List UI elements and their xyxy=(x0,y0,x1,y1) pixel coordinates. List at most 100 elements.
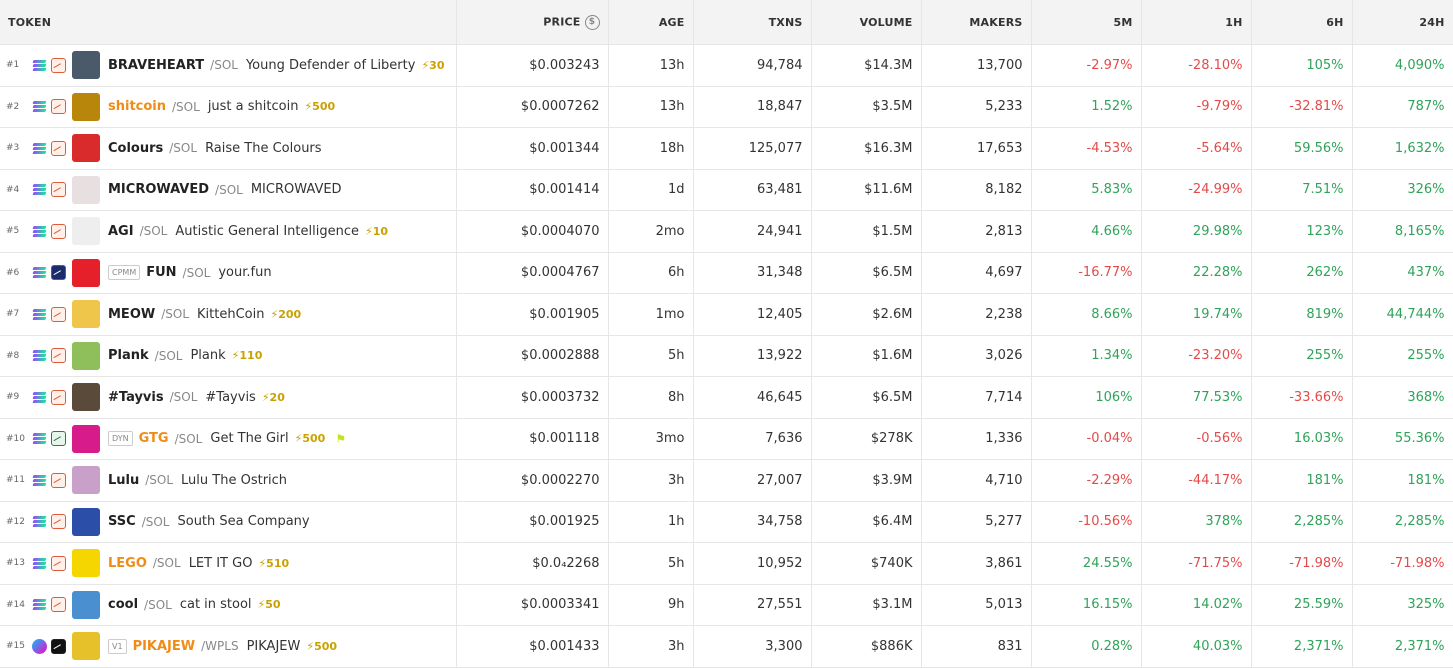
volume-cell: $278K xyxy=(811,418,922,460)
token-cell[interactable]: #7 MEOW/SOL KittehCoin ⚡200 xyxy=(0,293,457,336)
txns-cell: 27,007 xyxy=(693,459,812,502)
quote-symbol: /WPLS xyxy=(201,639,239,654)
txns-cell: 18,847 xyxy=(693,86,812,128)
change-1h-cell: -5.64% xyxy=(1141,127,1252,170)
solana-icon xyxy=(32,224,47,239)
solana-icon xyxy=(32,514,47,529)
solana-icon xyxy=(32,141,47,156)
token-name: Plank xyxy=(190,348,226,364)
header-5m[interactable]: 5M xyxy=(1031,0,1142,45)
change-1h-cell: 40.03% xyxy=(1141,625,1252,668)
solana-icon xyxy=(32,99,47,114)
makers-cell: 3,026 xyxy=(921,335,1032,377)
header-24h[interactable]: 24H xyxy=(1352,0,1453,45)
pool-type-badge: DYN xyxy=(108,431,133,447)
age-cell: 3h xyxy=(608,459,694,502)
price-cell: $0.0007262 xyxy=(456,86,609,128)
change-6h-cell: 25.59% xyxy=(1251,584,1353,626)
age-cell: 1mo xyxy=(608,293,694,336)
token-avatar xyxy=(72,300,100,329)
age-cell: 5h xyxy=(608,335,694,377)
token-cell[interactable]: #10 DYN GTG/SOL Get The Girl ⚡500 ⚑ xyxy=(0,418,457,460)
token-info: #5 AGI/SOL Autistic General Intelligence ⚡1… xyxy=(6,211,448,251)
makers-cell: 1,336 xyxy=(921,418,1032,460)
change-5m-cell: 16.15% xyxy=(1031,584,1142,626)
volume-cell: $6.4M xyxy=(811,501,922,543)
header-token[interactable]: TOKEN xyxy=(0,0,457,45)
table-row[interactable]: #14 cool/SOL cat in stool ⚡50 $0.0003341 9h 27… xyxy=(0,584,1453,626)
makers-cell: 3,861 xyxy=(921,542,1032,585)
token-cell[interactable]: #1 BRAVEHEART/SOL Young Defender of Libert… xyxy=(0,44,457,87)
token-cell[interactable]: #12 SSC/SOL South Sea Company xyxy=(0,501,457,543)
table-row[interactable]: #8 Plank/SOL Plank ⚡110 $0.0002888 5h 13,922 $1… xyxy=(0,335,1453,377)
token-symbol: BRAVEHEART xyxy=(108,57,205,73)
header-6h[interactable]: 6H xyxy=(1251,0,1353,45)
header-age[interactable]: AGE xyxy=(608,0,694,45)
rank-label: #2 xyxy=(6,101,20,112)
table-row[interactable]: #9 #Tayvis/SOL #Tayvis ⚡20 $0.0003732 8h 46,64… xyxy=(0,376,1453,419)
age-cell: 3h xyxy=(608,625,694,668)
change-24h-cell: 4,090% xyxy=(1352,44,1453,87)
table-row[interactable]: #10 DYN GTG/SOL Get The Girl ⚡500 ⚑ $0.001118 3… xyxy=(0,418,1453,460)
token-cell[interactable]: #4 MICROWAVED/SOL MICROWAVED xyxy=(0,169,457,211)
price-cell: $0.0002888 xyxy=(456,335,609,377)
price-cell: $0.0003732 xyxy=(456,376,609,419)
rank-label: #3 xyxy=(6,143,20,154)
table-row[interactable]: #5 AGI/SOL Autistic General Intelligence ⚡1… xyxy=(0,210,1453,253)
token-cell[interactable]: #3 Colours/SOL Raise The Colours xyxy=(0,127,457,170)
token-info: #3 Colours/SOL Raise The Colours xyxy=(6,128,448,168)
meteora-icon xyxy=(51,99,66,115)
table-row[interactable]: #4 MICROWAVED/SOL MICROWAVED $0.001414 1d 63,… xyxy=(0,169,1453,211)
table-row[interactable]: #3 Colours/SOL Raise The Colours $0.001344 1… xyxy=(0,127,1453,170)
table-row[interactable]: #11 Lulu/SOL Lulu The Ostrich $0.0002270 3h 2… xyxy=(0,459,1453,502)
header-volume[interactable]: VOLUME xyxy=(811,0,922,45)
token-cell[interactable]: #9 #Tayvis/SOL #Tayvis ⚡20 xyxy=(0,376,457,419)
token-cell[interactable]: #2 shitcoin/SOL just a shitcoin ⚡500 xyxy=(0,86,457,128)
token-info: #10 DYN GTG/SOL Get The Girl ⚡500 ⚑ xyxy=(6,419,448,459)
header-price[interactable]: PRICE $ xyxy=(456,0,609,45)
header-txns[interactable]: TXNS xyxy=(693,0,812,45)
table-row[interactable]: #1 BRAVEHEART/SOL Young Defender of Libert… xyxy=(0,44,1453,87)
txns-cell: 125,077 xyxy=(693,127,812,170)
age-cell: 1h xyxy=(608,501,694,543)
table-row[interactable]: #7 MEOW/SOL KittehCoin ⚡200 $0.001905 1mo 12,4… xyxy=(0,293,1453,336)
quote-symbol: /SOL xyxy=(215,182,243,197)
solana-icon xyxy=(32,182,47,197)
token-cell[interactable]: #15 V1 PIKAJEW/WPLS PIKAJEW ⚡500 xyxy=(0,625,457,668)
header-1h[interactable]: 1H xyxy=(1141,0,1252,45)
table-row[interactable]: #13 LEGO/SOL LET IT GO ⚡510 $0.0₄2268 5h 10,95… xyxy=(0,542,1453,585)
change-5m-cell: 106% xyxy=(1031,376,1142,419)
txns-cell: 7,636 xyxy=(693,418,812,460)
change-6h-cell: -32.81% xyxy=(1251,86,1353,128)
change-5m-cell: 0.28% xyxy=(1031,625,1142,668)
txns-cell: 46,645 xyxy=(693,376,812,419)
table-row[interactable]: #15 V1 PIKAJEW/WPLS PIKAJEW ⚡500 $0.001433 3h 3… xyxy=(0,625,1453,668)
token-info: #7 MEOW/SOL KittehCoin ⚡200 xyxy=(6,294,448,334)
header-makers[interactable]: MAKERS xyxy=(921,0,1032,45)
txns-cell: 31,348 xyxy=(693,252,812,294)
token-cell[interactable]: #14 cool/SOL cat in stool ⚡50 xyxy=(0,584,457,626)
token-cell[interactable]: #5 AGI/SOL Autistic General Intelligence ⚡1… xyxy=(0,210,457,253)
token-cell[interactable]: #13 LEGO/SOL LET IT GO ⚡510 xyxy=(0,542,457,585)
table-row[interactable]: #2 shitcoin/SOL just a shitcoin ⚡500 $0.0007… xyxy=(0,86,1453,128)
token-cell[interactable]: #11 Lulu/SOL Lulu The Ostrich xyxy=(0,459,457,502)
change-24h-cell: 2,285% xyxy=(1352,501,1453,543)
token-cell[interactable]: #8 Plank/SOL Plank ⚡110 xyxy=(0,335,457,377)
change-1h-cell: 19.74% xyxy=(1141,293,1252,336)
txns-cell: 63,481 xyxy=(693,169,812,211)
table-row[interactable]: #12 SSC/SOL South Sea Company $0.001925 1h 34… xyxy=(0,501,1453,543)
token-cell[interactable]: #6 CPMM FUN/SOL your.fun xyxy=(0,252,457,294)
table-row[interactable]: #6 CPMM FUN/SOL your.fun $0.0004767 6h 31,348 $… xyxy=(0,252,1453,294)
token-name: MICROWAVED xyxy=(250,182,342,198)
boost-badge: ⚡200 xyxy=(270,307,302,321)
change-5m-cell: 5.83% xyxy=(1031,169,1142,211)
change-5m-cell: 8.66% xyxy=(1031,293,1142,336)
pulsechain-icon xyxy=(32,638,47,654)
change-5m-cell: 4.66% xyxy=(1031,210,1142,253)
quote-symbol: /SOL xyxy=(169,390,198,405)
dollar-icon[interactable]: $ xyxy=(584,14,600,30)
txns-cell: 24,941 xyxy=(693,210,812,253)
makers-cell: 7,714 xyxy=(921,376,1032,419)
rank-label: #8 xyxy=(6,350,20,361)
change-6h-cell: -33.66% xyxy=(1251,376,1353,419)
